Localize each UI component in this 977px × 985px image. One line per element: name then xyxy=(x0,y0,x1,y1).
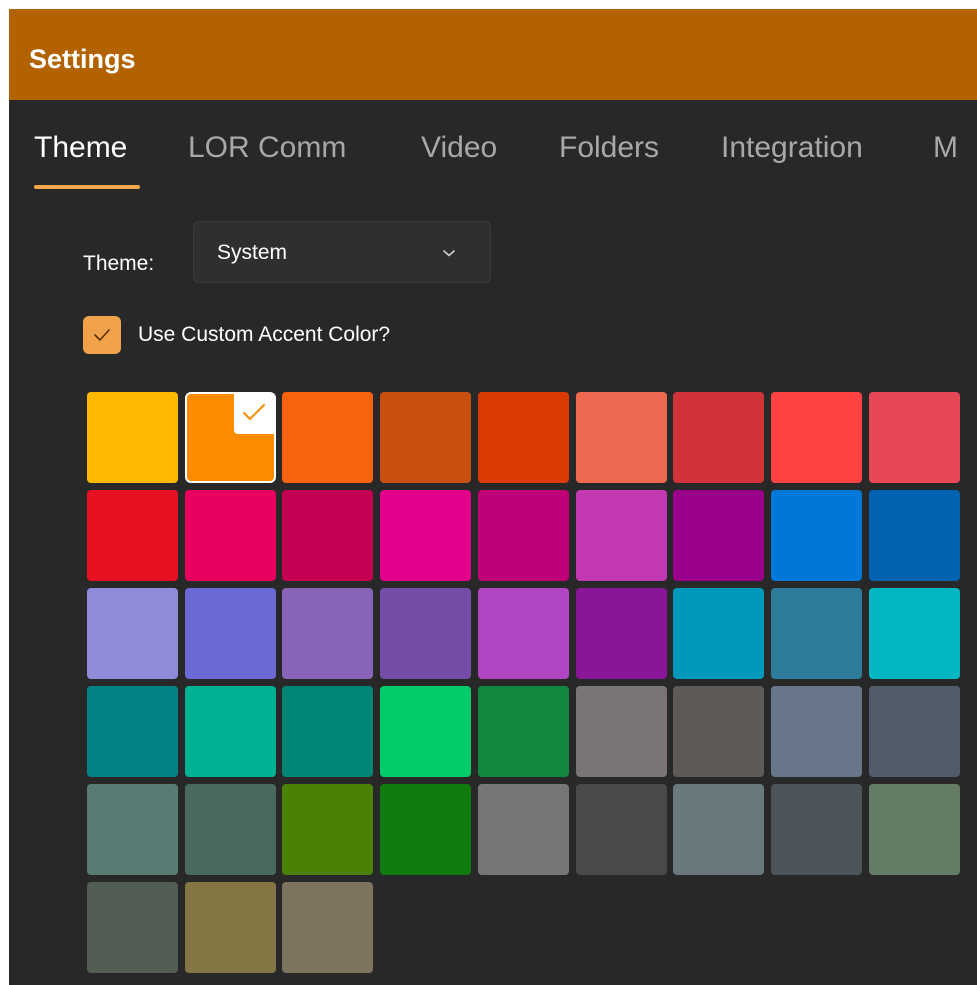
accent-color-swatch[interactable] xyxy=(478,588,569,679)
accent-color-swatch[interactable] xyxy=(771,588,862,679)
accent-color-swatch[interactable] xyxy=(771,686,862,777)
accent-color-swatch[interactable] xyxy=(673,784,764,875)
accent-color-swatch[interactable] xyxy=(576,784,667,875)
accent-color-swatch[interactable] xyxy=(87,784,178,875)
accent-color-swatch[interactable] xyxy=(673,392,764,483)
accent-color-swatch[interactable] xyxy=(576,686,667,777)
accent-color-swatch[interactable] xyxy=(185,882,276,973)
accent-color-swatch[interactable] xyxy=(673,686,764,777)
accent-color-swatch[interactable] xyxy=(87,490,178,581)
settings-window: Settings Theme LOR Comm Video Folders In… xyxy=(9,9,977,985)
tab-more[interactable]: M xyxy=(933,130,958,166)
accent-color-swatch[interactable] xyxy=(771,490,862,581)
accent-color-swatch[interactable] xyxy=(185,588,276,679)
accent-color-swatch[interactable] xyxy=(380,784,471,875)
tab-folders[interactable]: Folders xyxy=(559,130,659,166)
accent-color-swatch[interactable] xyxy=(282,490,373,581)
tab-bar: Theme LOR Comm Video Folders Integration… xyxy=(9,100,977,200)
accent-color-swatch[interactable] xyxy=(869,784,960,875)
accent-color-swatch[interactable] xyxy=(380,490,471,581)
accent-color-swatch[interactable] xyxy=(380,392,471,483)
accent-color-swatch[interactable] xyxy=(87,686,178,777)
accent-color-swatch[interactable] xyxy=(771,392,862,483)
accent-color-swatch[interactable] xyxy=(185,784,276,875)
checkmark-icon xyxy=(94,329,110,341)
theme-dropdown-value: System xyxy=(217,241,288,264)
custom-accent-checkbox[interactable] xyxy=(83,316,121,354)
accent-color-swatch[interactable] xyxy=(87,588,178,679)
window-title: Settings xyxy=(29,44,136,74)
accent-color-swatch[interactable] xyxy=(771,784,862,875)
custom-accent-label: Use Custom Accent Color? xyxy=(138,323,391,346)
accent-color-swatch[interactable] xyxy=(869,588,960,679)
tab-lor-comm[interactable]: LOR Comm xyxy=(188,130,346,166)
accent-color-swatch[interactable] xyxy=(380,686,471,777)
accent-color-swatch[interactable] xyxy=(576,392,667,483)
accent-color-swatch[interactable] xyxy=(478,490,569,581)
accent-color-swatch[interactable] xyxy=(673,490,764,581)
accent-color-swatch[interactable] xyxy=(869,686,960,777)
accent-color-grid xyxy=(87,392,977,982)
accent-color-swatch[interactable] xyxy=(282,784,373,875)
accent-color-swatch[interactable] xyxy=(282,882,373,973)
accent-color-swatch[interactable] xyxy=(185,490,276,581)
tab-video[interactable]: Video xyxy=(421,130,497,166)
theme-dropdown[interactable]: System xyxy=(193,221,491,283)
accent-color-swatch[interactable] xyxy=(576,588,667,679)
accent-color-swatch[interactable] xyxy=(185,686,276,777)
accent-color-swatch[interactable] xyxy=(282,686,373,777)
accent-color-swatch[interactable] xyxy=(673,588,764,679)
accent-color-swatch[interactable] xyxy=(282,588,373,679)
title-bar: Settings xyxy=(9,9,977,100)
accent-color-swatch[interactable] xyxy=(478,784,569,875)
accent-color-swatch-selected[interactable] xyxy=(185,392,276,483)
active-tab-indicator xyxy=(34,185,140,189)
accent-color-swatch[interactable] xyxy=(478,686,569,777)
selected-marker xyxy=(234,394,274,434)
accent-color-swatch[interactable] xyxy=(87,392,178,483)
accent-color-swatch[interactable] xyxy=(576,490,667,581)
theme-label: Theme: xyxy=(83,252,155,275)
accent-color-swatch[interactable] xyxy=(478,392,569,483)
accent-color-swatch[interactable] xyxy=(869,392,960,483)
accent-color-swatch[interactable] xyxy=(87,882,178,973)
checkmark-icon xyxy=(243,404,265,420)
accent-color-swatch[interactable] xyxy=(869,490,960,581)
tab-integration[interactable]: Integration xyxy=(721,130,863,166)
chevron-down-icon xyxy=(443,250,455,257)
tab-theme[interactable]: Theme xyxy=(34,130,127,166)
accent-color-swatch[interactable] xyxy=(380,588,471,679)
accent-color-swatch[interactable] xyxy=(282,392,373,483)
